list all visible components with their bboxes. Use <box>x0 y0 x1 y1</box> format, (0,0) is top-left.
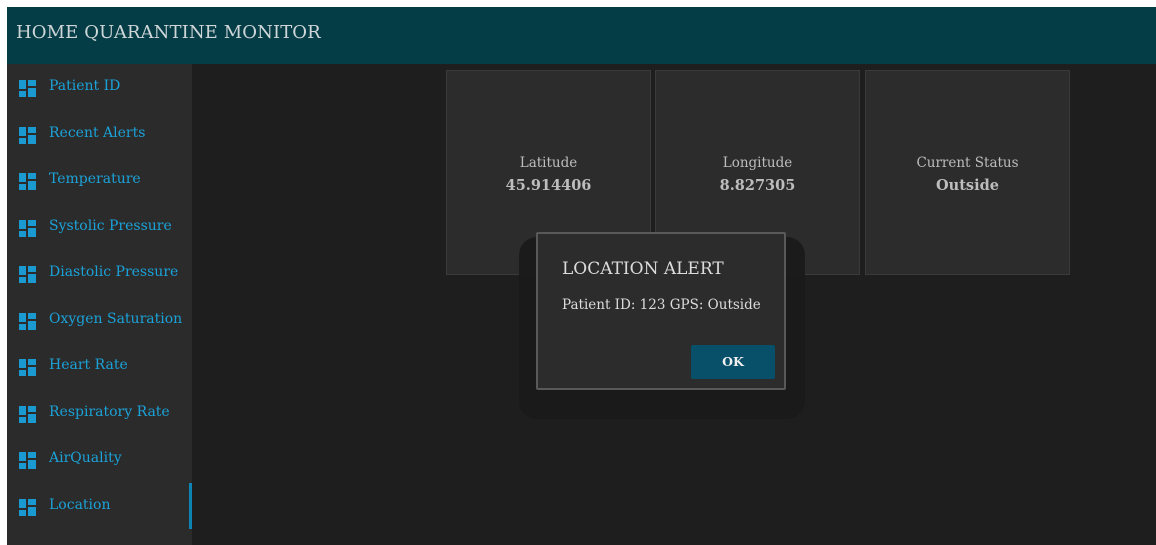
location-alert-dialog: LOCATION ALERT Patient ID: 123 GPS: Outs… <box>536 232 786 390</box>
sidebar-item-heart-rate[interactable]: Heart Rate <box>7 343 192 389</box>
app-window: HOME QUARANTINE MONITOR Patient ID Recen… <box>7 7 1156 545</box>
sidebar-item-label: Diastolic Pressure <box>49 264 179 280</box>
sidebar-item-oxygen-saturation[interactable]: Oxygen Saturation <box>7 297 192 343</box>
dashboard-icon <box>19 173 36 190</box>
card-label: Longitude <box>722 155 793 171</box>
sidebar-item-patient-id[interactable]: Patient ID <box>7 64 192 110</box>
ok-button[interactable]: OK <box>691 345 775 379</box>
sidebar-item-label: AirQuality <box>49 450 122 466</box>
longitude-value: 8.827305 <box>719 177 796 194</box>
sidebar-item-label: Oxygen Saturation <box>49 310 183 327</box>
sidebar-item-label: Patient ID <box>49 78 121 94</box>
sidebar-item-recent-alerts[interactable]: Recent Alerts <box>7 111 192 157</box>
sidebar-item-temperature[interactable]: Temperature <box>7 157 192 203</box>
sidebar-item-systolic-pressure[interactable]: Systolic Pressure <box>7 204 192 250</box>
sidebar-item-airquality[interactable]: AirQuality <box>7 436 192 482</box>
dashboard-icon <box>19 452 36 469</box>
dashboard-icon <box>19 359 36 376</box>
sidebar-item-label: Recent Alerts <box>49 124 146 141</box>
app-header: HOME QUARANTINE MONITOR <box>7 7 1156 64</box>
app-title: HOME QUARANTINE MONITOR <box>16 22 321 43</box>
sidebar-item-label: Systolic Pressure <box>49 217 172 234</box>
dashboard-icon <box>19 405 36 423</box>
dialog-message: Patient ID: 123 GPS: Outside <box>562 297 761 313</box>
dashboard-icon <box>19 80 36 97</box>
sidebar-item-label: Temperature <box>49 171 141 187</box>
dashboard-icon <box>19 219 36 237</box>
sidebar-item-respiratory-rate[interactable]: Respiratory Rate <box>7 390 192 436</box>
card-label: Current Status <box>916 155 1019 171</box>
sidebar-item-location[interactable]: Location <box>7 482 192 529</box>
latitude-value: 45.914406 <box>505 177 592 194</box>
dashboard-icon <box>19 266 36 283</box>
sidebar-item-diastolic-pressure[interactable]: Diastolic Pressure <box>7 250 192 296</box>
sidebar: Patient ID Recent Alerts Temperature Sys… <box>7 64 192 545</box>
current-status-value: Outside <box>936 177 999 194</box>
dashboard-icon <box>19 312 36 330</box>
card-label: Latitude <box>519 155 578 171</box>
sidebar-item-label: Location <box>49 496 111 513</box>
sidebar-item-label: Heart Rate <box>49 357 128 373</box>
current-status-card: Current Status Outside <box>865 70 1070 275</box>
sidebar-item-label: Respiratory Rate <box>49 403 170 420</box>
dashboard-icon <box>19 498 36 516</box>
dialog-title: LOCATION ALERT <box>562 259 724 279</box>
dashboard-icon <box>19 126 36 144</box>
